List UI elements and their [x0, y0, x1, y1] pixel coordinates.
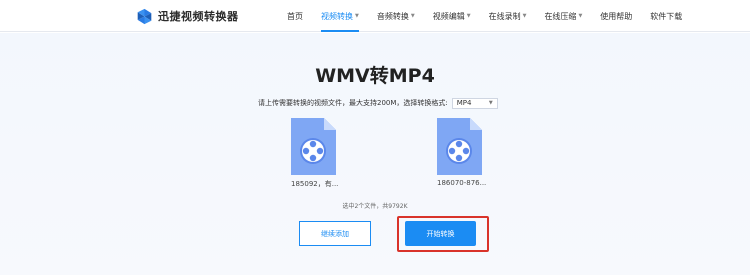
nav-label: 首页 [287, 11, 303, 21]
format-selected: MP4 [456, 99, 472, 107]
nav-label: 在线录制 [488, 11, 521, 21]
caret-down-icon: ▼ [522, 13, 527, 19]
converter-panel: WMV转MP4 请上传需要转换的视频文件，最大支持200M，选择转换格式: MP… [0, 33, 750, 275]
upload-hint: 请上传需要转换的视频文件，最大支持200M，选择转换格式: [258, 99, 448, 107]
caret-down-icon: ▼ [466, 13, 471, 19]
format-select[interactable]: MP4 ▼ [451, 97, 498, 109]
video-file-icon [437, 118, 482, 175]
selection-summary: 选中2个文件，共9792K [342, 203, 408, 210]
upload-description: 请上传需要转换的视频文件，最大支持200M，选择转换格式: MP4 ▼ [258, 97, 498, 109]
logo[interactable]: 迅捷视频转换器 [136, 7, 239, 25]
caret-down-icon: ▼ [410, 13, 415, 19]
start-convert-button[interactable]: 开始转换 [405, 221, 476, 246]
page-title: WMV转MP4 [315, 65, 435, 87]
add-more-button[interactable]: 继续添加 [299, 221, 371, 246]
nav-label: 软件下载 [650, 11, 683, 21]
chevron-down-icon: ▼ [488, 100, 493, 106]
main-nav: 首页 视频转换 ▼ 音频转换 ▼ 视频编辑 ▼ 在线录制 ▼ 在线压缩 ▼ 使用帮助 软件… [287, 0, 700, 32]
caret-down-icon: ▼ [355, 13, 359, 19]
nav-label: 音频转换 [376, 11, 409, 21]
nav-item-audio-convert[interactable]: 音频转换 ▼ [377, 0, 415, 32]
file-name: 185092，有... [291, 180, 339, 188]
nav-label: 在线压缩 [544, 11, 577, 21]
nav-item-video-convert[interactable]: 视频转换 ▼ [321, 0, 359, 32]
nav-item-download[interactable]: 软件下载 [650, 0, 682, 32]
caret-down-icon: ▼ [578, 13, 583, 19]
nav-label: 视频编辑 [432, 11, 465, 21]
logo-text: 迅捷视频转换器 [158, 10, 239, 23]
top-header: 迅捷视频转换器 首页 视频转换 ▼ 音频转换 ▼ 视频编辑 ▼ 在线录制 ▼ 在线压缩 ▼… [0, 0, 750, 32]
nav-item-help[interactable]: 使用帮助 [600, 0, 632, 32]
logo-icon [137, 8, 152, 24]
file-name: 186070-876... [437, 179, 487, 187]
nav-label: 使用帮助 [600, 11, 633, 21]
nav-item-video-edit[interactable]: 视频编辑 ▼ [433, 0, 471, 32]
nav-item-home[interactable]: 首页 [287, 0, 303, 32]
nav-label: 视频转换 [321, 11, 353, 21]
nav-item-online-compress[interactable]: 在线压缩 ▼ [544, 0, 582, 32]
nav-item-online-record[interactable]: 在线录制 ▼ [489, 0, 527, 32]
video-file-icon [291, 118, 336, 175]
